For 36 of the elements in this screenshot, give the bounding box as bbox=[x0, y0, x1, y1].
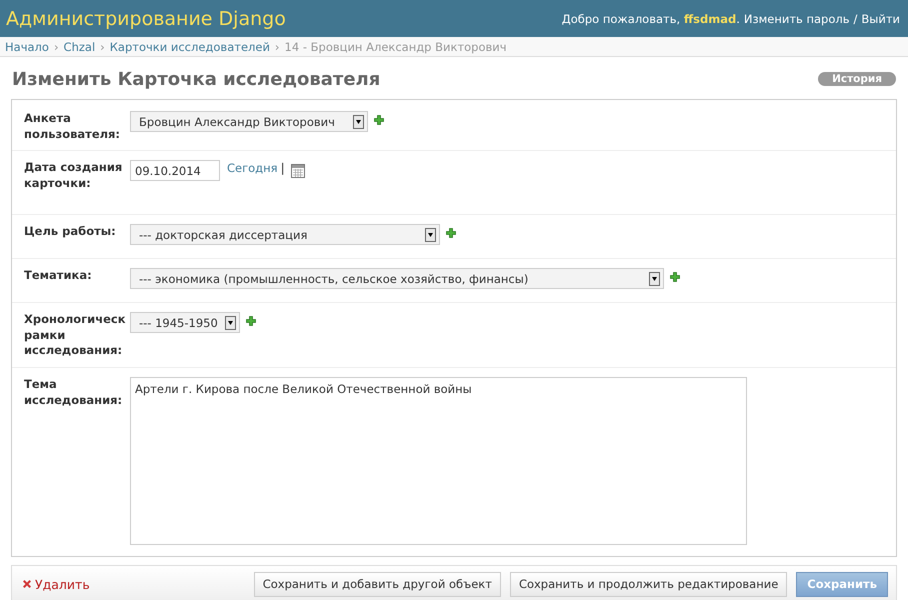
field-label: Цель работы: bbox=[24, 224, 117, 240]
select-field[interactable]: --- 1945-1950 bbox=[130, 312, 240, 333]
submit-button[interactable]: Сохранить и продолжить редактирование bbox=[510, 572, 788, 596]
date-field[interactable]: 09.10.2014 bbox=[130, 160, 220, 181]
delete-link[interactable]: Удалить bbox=[22, 576, 90, 592]
breadcrumb-link[interactable]: Начало bbox=[5, 40, 49, 54]
add-icon[interactable] bbox=[446, 228, 456, 238]
breadcrumb-link[interactable]: Chzal bbox=[64, 40, 96, 54]
welcome-text: Добро пожаловать, ffsdmad. bbox=[562, 12, 740, 26]
today-link[interactable]: Сегодня bbox=[227, 161, 278, 175]
select-field[interactable]: --- экономика (промышленность, сельское хозяйство, финансы) bbox=[130, 268, 664, 289]
field-label: Хронологическ рамки исследования: bbox=[24, 312, 127, 359]
breadcrumb-separator: › bbox=[54, 40, 59, 54]
select-field[interactable]: --- докторская диссертация bbox=[130, 224, 440, 245]
link-separator: / bbox=[854, 12, 858, 26]
add-icon[interactable] bbox=[374, 115, 384, 125]
text-area[interactable]: Артели г. Кирова после Великой Отечественной войны bbox=[130, 377, 747, 545]
breadcrumb-link[interactable]: Карточки исследователей bbox=[110, 40, 270, 54]
add-icon[interactable] bbox=[670, 272, 680, 282]
link-separator: | bbox=[280, 161, 285, 175]
field-label: Тема исследования: bbox=[24, 377, 124, 408]
select-field[interactable]: Бровцин Александр Викторович bbox=[130, 111, 368, 132]
field-label: Дата создания карточки: bbox=[24, 160, 124, 192]
field-label: Анкета пользователя: bbox=[24, 111, 122, 142]
page-title: Изменить Карточка исследователя bbox=[12, 68, 380, 90]
header-link[interactable]: Изменить пароль bbox=[744, 12, 850, 26]
header-link[interactable]: Выйти bbox=[861, 12, 900, 26]
breadcrumb-separator: › bbox=[274, 40, 280, 54]
field-label: Тематика: bbox=[24, 268, 93, 284]
breadcrumb-separator: › bbox=[100, 40, 105, 54]
submit-button[interactable]: Сохранить и добавить другой объект bbox=[254, 572, 501, 596]
site-title: Администрирование Django bbox=[6, 8, 286, 30]
delete-icon[interactable] bbox=[22, 579, 32, 589]
breadcrumb-text: 14 - Бровцин Александр Викторович bbox=[284, 40, 507, 54]
add-icon[interactable] bbox=[246, 316, 256, 326]
calendar-icon[interactable] bbox=[290, 164, 305, 178]
